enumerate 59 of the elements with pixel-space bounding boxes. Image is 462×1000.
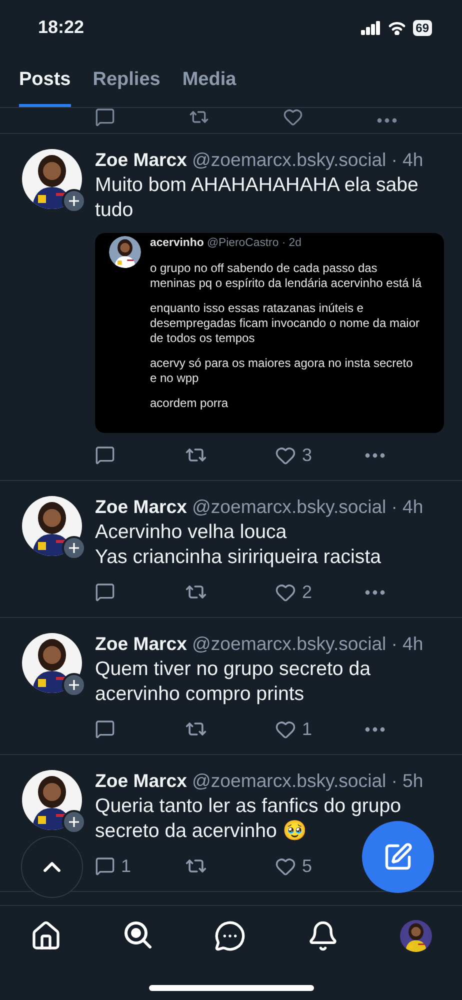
heart-icon	[283, 108, 303, 127]
author-handle: @zoemarcx.bsky.social	[192, 770, 386, 792]
reply-button[interactable]	[95, 582, 115, 602]
like-button[interactable]: 1	[275, 718, 312, 740]
reply-button[interactable]	[95, 719, 115, 739]
heart-icon	[275, 582, 296, 602]
chat-icon	[214, 920, 246, 952]
more-icon	[365, 726, 385, 732]
home-icon	[30, 920, 62, 952]
author-handle: @zoemarcx.bsky.social	[192, 496, 386, 518]
post-time: · 4h	[391, 633, 424, 655]
signal-icon	[360, 20, 381, 34]
search-icon	[123, 920, 154, 950]
embed-paragraph: acervy só para os maiores agora no insta secreto e no wpp	[150, 356, 414, 386]
heart-icon	[275, 444, 296, 466]
embed-header: acervinho @PieroCastro · 2d	[150, 236, 302, 251]
embed-paragraph: acordem porra	[150, 396, 230, 411]
author-name: Zoe Marcx	[95, 633, 187, 655]
tab[interactable]: Media	[182, 55, 236, 107]
post-text: Muito bom AHAHAHAHAHA ela sabe tudo	[95, 173, 420, 223]
more-button[interactable]	[365, 590, 385, 594]
author-handle: @zoemarcx.bsky.social	[192, 149, 386, 171]
reply-button[interactable]: 1	[95, 856, 132, 876]
post-text: Queria tanto ler as fanfics do grupo secreto da acervinho 🥹	[95, 794, 402, 844]
nav-button[interactable]	[400, 920, 432, 954]
post-text: Quem tiver no grupo secreto da acervinho compro prints	[95, 657, 372, 707]
embed-paragraph: enquanto isso essas ratazanas inúteis e desempregadas ficam invocando o nome da maior de todos os tempos	[150, 301, 420, 346]
post-time: · 4h	[391, 496, 424, 518]
reply-icon	[95, 445, 115, 465]
tab[interactable]: Replies	[92, 55, 160, 107]
more-icon	[365, 590, 385, 594]
like-button[interactable]: 3	[275, 444, 312, 466]
like-button[interactable]: 2	[275, 582, 312, 602]
more-icon	[365, 452, 385, 458]
bell-icon	[306, 920, 339, 952]
compose-icon	[383, 842, 413, 872]
reply-icon	[95, 108, 115, 127]
author-name: Zoe Marcx	[95, 770, 187, 792]
post-time: · 5h	[391, 770, 424, 792]
reply-button[interactable]	[95, 445, 115, 465]
reply-icon	[95, 856, 115, 876]
more-button[interactable]	[365, 726, 385, 732]
author-name: Zoe Marcx	[95, 149, 187, 171]
like-button[interactable]: 5	[275, 856, 312, 876]
heart-icon	[275, 718, 296, 740]
more-button[interactable]	[365, 452, 385, 458]
post-text: Acervinho velha louca Yas criancinha siririqueira racista	[95, 520, 382, 570]
heart-icon	[275, 856, 296, 876]
author-name: Zoe Marcx	[95, 496, 187, 518]
tab[interactable]: Posts	[19, 55, 71, 107]
post-time: · 4h	[391, 149, 424, 171]
reply-icon	[95, 582, 115, 602]
author-handle: @zoemarcx.bsky.social	[192, 633, 386, 655]
status-time: 18:22	[38, 17, 84, 38]
wifi-icon	[388, 20, 406, 34]
reply-icon	[95, 719, 115, 739]
more-icon	[377, 118, 397, 123]
battery-level: 69	[412, 20, 432, 36]
embed-paragraph: o grupo no off sabendo de cada passo das meninas pq o espírito da lendária acervinho está lá	[150, 261, 422, 291]
